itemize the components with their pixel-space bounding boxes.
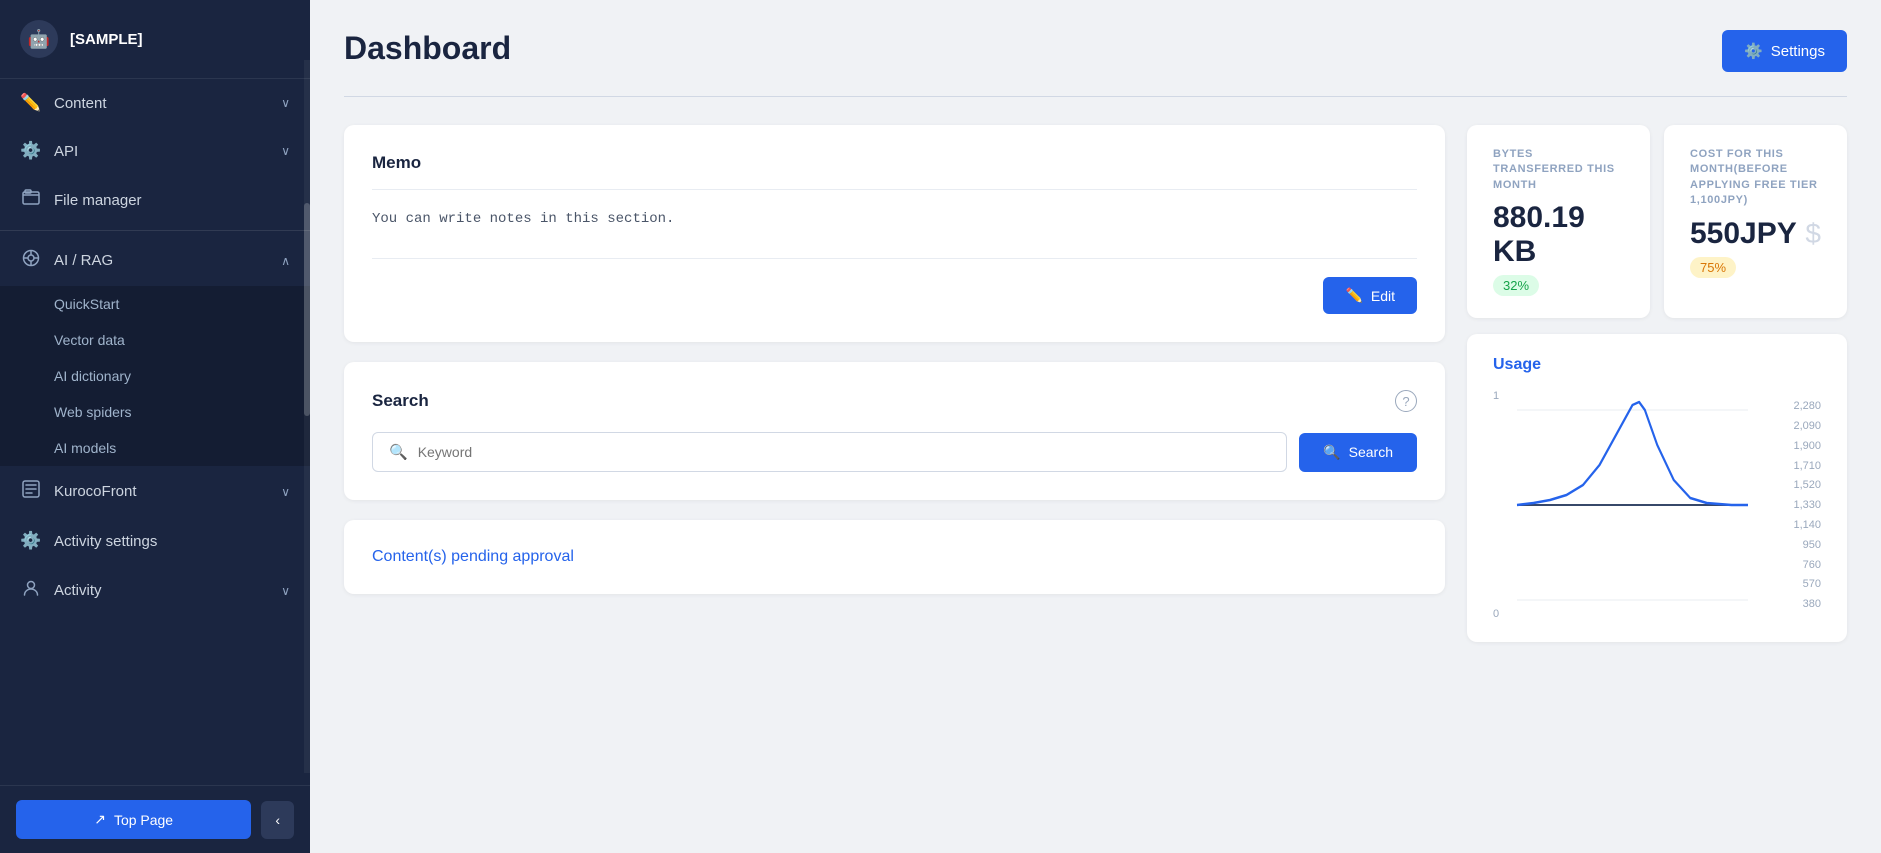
usage-title: Usage bbox=[1493, 356, 1821, 374]
chevron-down-icon: ∨ bbox=[281, 96, 290, 110]
bytes-badge: 32% bbox=[1493, 275, 1539, 296]
sidebar-nav: ✏️ Content ∨ ⚙️ API ∨ bbox=[0, 79, 310, 853]
sidebar-item-file-manager[interactable]: File manager bbox=[0, 175, 310, 226]
settings-label: Settings bbox=[1771, 43, 1825, 60]
memo-content: You can write notes in this section. bbox=[372, 208, 1417, 230]
sidebar-sub-item-ai-models[interactable]: AI models bbox=[0, 430, 310, 466]
search-icon: 🔍 bbox=[389, 443, 408, 461]
activity-settings-icon: ⚙️ bbox=[20, 531, 42, 551]
memo-title: Memo bbox=[372, 153, 1417, 173]
sidebar-item-activity[interactable]: Activity ∨ bbox=[0, 565, 310, 616]
stats-row: BYTES TRANSFERRED THIS MONTH 880.19 KB 3… bbox=[1467, 125, 1847, 318]
dollar-icon: $ bbox=[1805, 218, 1821, 250]
search-button-icon: 🔍 bbox=[1323, 444, 1340, 461]
sidebar-bottom-bar: ↗ Top Page ‹ bbox=[0, 785, 310, 853]
top-page-label: Top Page bbox=[114, 812, 173, 828]
usage-chart-card: Usage 1 0 bbox=[1467, 334, 1847, 642]
sidebar-title: [SAMPLE] bbox=[70, 31, 143, 48]
sidebar-item-api[interactable]: ⚙️ API ∨ bbox=[0, 127, 310, 175]
cost-badge: 75% bbox=[1690, 257, 1736, 278]
sidebar-sub-item-vector-data[interactable]: Vector data bbox=[0, 322, 310, 358]
header-divider bbox=[344, 96, 1847, 97]
content-icon: ✏️ bbox=[20, 93, 42, 113]
chevron-down-icon: ∨ bbox=[281, 485, 290, 499]
dashboard-grid: Memo You can write notes in this section… bbox=[344, 125, 1847, 642]
sidebar-sub-item-quickstart[interactable]: QuickStart bbox=[0, 286, 310, 322]
search-input-wrap: 🔍 🔍 Search bbox=[372, 432, 1417, 472]
kuroco-front-icon bbox=[20, 480, 42, 503]
sidebar-item-kuroco-front[interactable]: KurocoFront ∨ bbox=[0, 466, 310, 517]
sidebar-sub-item-ai-dictionary[interactable]: AI dictionary bbox=[0, 358, 310, 394]
chevron-down-icon: ∨ bbox=[281, 584, 290, 598]
left-column: Memo You can write notes in this section… bbox=[344, 125, 1445, 642]
right-column: BYTES TRANSFERRED THIS MONTH 880.19 KB 3… bbox=[1467, 125, 1847, 642]
api-icon: ⚙️ bbox=[20, 141, 42, 161]
chevron-down-icon: ∨ bbox=[281, 144, 290, 158]
collapse-button[interactable]: ‹ bbox=[261, 801, 294, 839]
search-title: Search bbox=[372, 391, 429, 411]
chart-area: 1 0 2,280 bbox=[1493, 390, 1821, 620]
pending-approval-card: Content(s) pending approval bbox=[344, 520, 1445, 594]
sidebar-item-ai-rag[interactable]: AI / RAG ∧ bbox=[0, 235, 310, 286]
sidebar-item-label: API bbox=[54, 143, 78, 160]
sidebar-sub-menu-ai-rag: QuickStart Vector data AI dictionary Web… bbox=[0, 286, 310, 466]
file-manager-icon bbox=[20, 189, 42, 212]
activity-icon bbox=[20, 579, 42, 602]
bytes-value: 880.19 KB bbox=[1493, 201, 1624, 269]
chevron-left-icon: ‹ bbox=[275, 812, 280, 828]
chevron-up-icon: ∧ bbox=[281, 254, 290, 268]
cost-value: 550JPY bbox=[1690, 217, 1797, 251]
search-input[interactable] bbox=[418, 444, 738, 460]
sidebar-item-label: File manager bbox=[54, 192, 142, 209]
top-page-button[interactable]: ↗ Top Page bbox=[16, 800, 251, 839]
sidebar-sub-item-web-spiders[interactable]: Web spiders bbox=[0, 394, 310, 430]
sidebar-item-label: Content bbox=[54, 95, 107, 112]
gear-icon: ⚙️ bbox=[1744, 42, 1763, 60]
sidebar-item-label: Activity bbox=[54, 582, 102, 599]
pencil-icon: ✏️ bbox=[1345, 287, 1362, 304]
sidebar-item-label: AI / RAG bbox=[54, 252, 113, 269]
edit-button[interactable]: ✏️ Edit bbox=[1323, 277, 1417, 314]
usage-chart-svg bbox=[1493, 390, 1821, 620]
avatar: 🤖 bbox=[20, 20, 58, 58]
settings-button[interactable]: ⚙️ Settings bbox=[1722, 30, 1847, 72]
search-input-container: 🔍 bbox=[372, 432, 1287, 472]
search-button[interactable]: 🔍 Search bbox=[1299, 433, 1417, 472]
main-content: Dashboard ⚙️ Settings Memo You can write… bbox=[310, 0, 1881, 853]
page-title: Dashboard bbox=[344, 30, 511, 67]
help-icon[interactable]: ? bbox=[1395, 390, 1417, 412]
pending-title: Content(s) pending approval bbox=[372, 548, 1417, 566]
cost-card: COST FOR THIS MONTH(BEFORE APPLYING FREE… bbox=[1664, 125, 1847, 318]
card-divider-2 bbox=[372, 258, 1417, 259]
sidebar-item-content[interactable]: ✏️ Content ∨ bbox=[0, 79, 310, 127]
page-header: Dashboard ⚙️ Settings bbox=[344, 30, 1847, 72]
cost-label: COST FOR THIS MONTH(BEFORE APPLYING FREE… bbox=[1690, 147, 1821, 209]
sidebar-item-activity-settings[interactable]: ⚙️ Activity settings bbox=[0, 517, 310, 565]
search-button-label: Search bbox=[1349, 444, 1393, 460]
search-card: Search ? 🔍 🔍 Search bbox=[344, 362, 1445, 500]
sidebar-scrollbar-thumb[interactable] bbox=[304, 203, 310, 417]
bytes-label: BYTES TRANSFERRED THIS MONTH bbox=[1493, 147, 1624, 193]
edit-label: Edit bbox=[1371, 288, 1395, 304]
ai-rag-icon bbox=[20, 249, 42, 272]
sidebar-scrollbar-track[interactable] bbox=[304, 60, 310, 773]
bytes-transferred-card: BYTES TRANSFERRED THIS MONTH 880.19 KB 3… bbox=[1467, 125, 1650, 318]
card-divider bbox=[372, 189, 1417, 190]
search-header: Search ? bbox=[372, 390, 1417, 412]
external-link-icon: ↗ bbox=[94, 811, 106, 828]
memo-card: Memo You can write notes in this section… bbox=[344, 125, 1445, 342]
sidebar-item-label: Activity settings bbox=[54, 533, 157, 550]
cost-value-row: 550JPY $ bbox=[1690, 217, 1821, 251]
sidebar: 🤖 [SAMPLE] ✏️ Content ∨ ⚙️ API ∨ bbox=[0, 0, 310, 853]
sidebar-item-label: KurocoFront bbox=[54, 483, 137, 500]
sidebar-logo[interactable]: 🤖 [SAMPLE] bbox=[0, 0, 310, 79]
sidebar-divider bbox=[0, 230, 310, 231]
